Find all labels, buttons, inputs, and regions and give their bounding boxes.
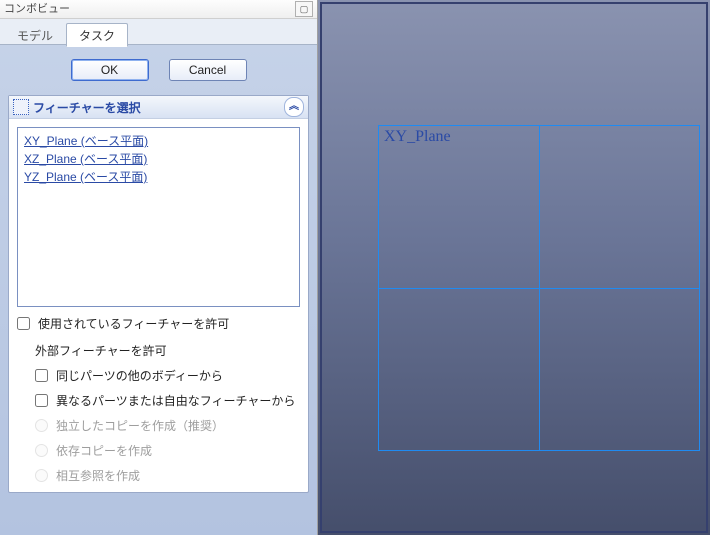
collapse-icon[interactable]: ︽ [284, 97, 304, 117]
cancel-button[interactable]: Cancel [169, 59, 247, 81]
independent-copy-label: 独立したコピーを作成（推奨） [56, 417, 224, 434]
select-feature-header: フィーチャーを選択 ︽ [9, 96, 308, 119]
same-part-other-body-checkbox[interactable] [35, 369, 48, 382]
allow-used-features-label: 使用されているフィーチャーを許可 [38, 315, 229, 332]
undock-icon[interactable]: ▢ [295, 1, 313, 17]
cross-reference-label: 相互参照を作成 [56, 467, 140, 484]
select-feature-icon [13, 99, 29, 115]
list-item[interactable]: YZ_Plane (ベース平面) [22, 168, 295, 186]
ok-button[interactable]: OK [71, 59, 149, 81]
app-root: コンボビュー ▢ モデル タスク OK Cancel フィーチャーを選択 ︽ [0, 0, 710, 535]
cross-reference-radio [35, 469, 48, 482]
combo-view-title: コンボビュー [4, 0, 70, 18]
combo-view-header: コンボビュー ▢ [0, 0, 317, 19]
different-part-or-free-row[interactable]: 異なるパーツまたは自由なフィーチャーから [35, 392, 300, 409]
tab-bar: モデル タスク [0, 19, 317, 45]
list-item[interactable]: XY_Plane (ベース平面) [22, 132, 295, 150]
different-part-or-free-label: 異なるパーツまたは自由なフィーチャーから [56, 392, 295, 409]
dependent-copy-row: 依存コピーを作成 [35, 442, 300, 459]
feature-list[interactable]: XY_Plane (ベース平面) XZ_Plane (ベース平面) YZ_Pla… [17, 127, 300, 307]
viewport-3d[interactable]: XY_Plane [318, 0, 710, 535]
different-part-or-free-checkbox[interactable] [35, 394, 48, 407]
select-feature-body: XY_Plane (ベース平面) XZ_Plane (ベース平面) YZ_Pla… [9, 119, 308, 492]
task-body: OK Cancel フィーチャーを選択 ︽ XY_Plane (ベース平面) X… [0, 45, 317, 535]
plane-label: XY_Plane [384, 128, 451, 146]
allow-used-features-checkbox[interactable] [17, 317, 30, 330]
allow-external-header: 外部フィーチャーを許可 [35, 342, 300, 359]
list-item[interactable]: XZ_Plane (ベース平面) [22, 150, 295, 168]
same-part-other-body-row[interactable]: 同じパーツの他のボディーから [35, 367, 300, 384]
select-feature-card: フィーチャーを選択 ︽ XY_Plane (ベース平面) XZ_Plane (ベ… [8, 95, 309, 493]
tab-model[interactable]: モデル [4, 23, 66, 46]
dialog-button-row: OK Cancel [8, 59, 309, 81]
same-part-other-body-label: 同じパーツの他のボディーから [56, 367, 223, 384]
independent-copy-radio [35, 419, 48, 432]
dependent-copy-radio [35, 444, 48, 457]
combo-view-panel: コンボビュー ▢ モデル タスク OK Cancel フィーチャーを選択 ︽ [0, 0, 318, 535]
independent-copy-row: 独立したコピーを作成（推奨） [35, 417, 300, 434]
select-feature-title: フィーチャーを選択 [33, 99, 141, 116]
dependent-copy-label: 依存コピーを作成 [56, 442, 152, 459]
cross-reference-row: 相互参照を作成 [35, 467, 300, 484]
plane-grid[interactable] [378, 125, 700, 451]
tab-task[interactable]: タスク [66, 23, 128, 47]
allow-used-features-row[interactable]: 使用されているフィーチャーを許可 [17, 315, 300, 332]
